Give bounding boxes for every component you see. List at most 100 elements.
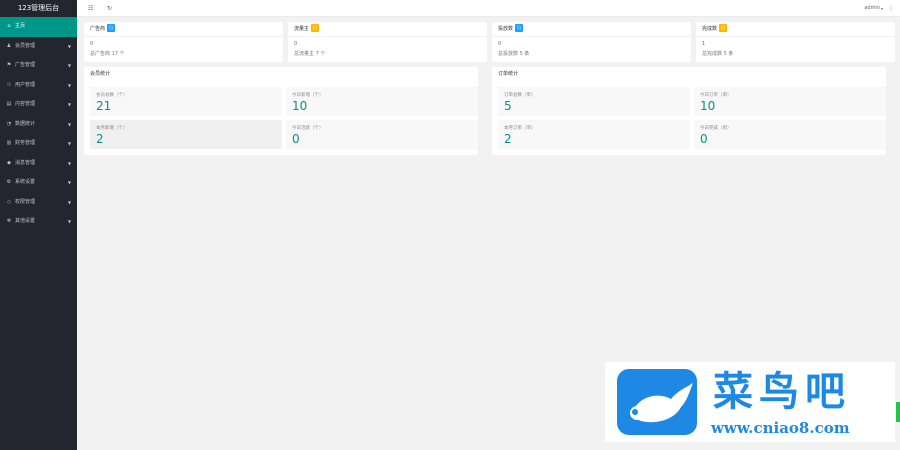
sidebar-item-1[interactable]: ♟ 会员管理 ▼ <box>0 37 77 57</box>
stat-badge: 日 <box>515 24 524 32</box>
tile-label: 本月新增（个） <box>96 126 128 131</box>
watermark: 菜鸟吧 www.cniao8.com <box>605 362 895 442</box>
top-header: ☷ ↻ admin ▾ ⋮ <box>77 0 900 17</box>
stat-tile: 今日活跃（个） 0 <box>286 120 478 149</box>
sidebar-item-label: 主页 <box>15 23 26 29</box>
sidebar-item-label: 会员管理 <box>15 42 36 49</box>
watermark-text: 菜鸟吧 <box>713 368 851 415</box>
panel-title: 会员统计 <box>90 71 111 77</box>
tile-label: 本月订单（单） <box>504 126 536 131</box>
stat-tile: 今日订单（单） 10 <box>694 87 886 116</box>
stat-card-title: 流量主 <box>294 26 310 32</box>
stat-card-header: 投放数日 <box>492 22 691 37</box>
chevron-down-icon: ▼ <box>67 180 71 185</box>
order-stats-panel: 订单统计 订单总数（单） 5 今日订单（单） 10 本月订单（单） 2 今日完成… <box>492 67 886 155</box>
tile-label: 今日订单（单） <box>700 93 732 98</box>
panel-title: 订单统计 <box>498 71 519 77</box>
stat-subtitle: 总投放数 5 条 <box>498 51 530 57</box>
member-stats-panel: 会员统计 会员总数（个） 21 今日新增（个） 10 本月新增（个） 2 今日活… <box>84 67 478 155</box>
sidebar-item-7[interactable]: ◆ 消息管理 ▼ <box>0 154 77 174</box>
sidebar-item-5[interactable]: ◔ 数据统计 ▼ <box>0 115 77 135</box>
stat-card-title: 广告商 <box>90 26 106 32</box>
flag-icon: ⚑ <box>6 62 12 68</box>
stat-card-title: 完成数 <box>702 26 718 32</box>
stat-subtitle: 总流量主 7 个 <box>294 51 326 57</box>
stat-card-placements: 投放数日 0 总投放数 5 条 <box>492 22 691 62</box>
tile-label: 今日新增（个） <box>292 93 324 98</box>
stat-card-publishers: 流量主日 0 总流量主 7 个 <box>288 22 487 62</box>
tile-value: 2 <box>504 132 512 146</box>
chevron-down-icon: ▼ <box>67 199 71 205</box>
stat-tile: 本月新增（个） 2 <box>90 120 282 149</box>
sidebar-item-2[interactable]: ⚑ 广告管理 ▼ <box>0 56 77 76</box>
stat-card-title: 投放数 <box>498 26 514 32</box>
tile-label: 会员总数（个） <box>96 93 128 98</box>
shield-icon: ◇ <box>7 198 11 205</box>
stat-card-advertisers: 广告商日 0 总广告商 17 个 <box>84 22 283 62</box>
sidebar-item-label: 消息管理 <box>15 159 36 166</box>
side-tab[interactable] <box>896 402 900 422</box>
sidebar-nav: ⌂ 主页 ♟ 会员管理 ▼ ⚑ 广告管理 ▼ ☉ 用户管理 ▼ ▤ 内容管理 ▼ ◔ 数据统计 ▼ ▥ 财务管理 ▼ ◆… <box>0 17 77 232</box>
sidebar: 123管理后台 ⌂ 主页 ♟ 会员管理 ▼ ⚑ 广告管理 ▼ ☉ 用户管理 ▼ ▤ 内容管理 ▼ ◔ 数据统计… <box>0 0 77 450</box>
sidebar-item-label: 其他设置 <box>15 218 36 224</box>
refresh-icon[interactable]: ↻ <box>107 0 112 17</box>
stat-tile: 本月订单（单） 2 <box>498 120 690 149</box>
stat-card-header: 广告商日 <box>84 22 283 37</box>
sidebar-item-6[interactable]: ▥ 财务管理 ▼ <box>0 134 77 154</box>
sidebar-item-label: 数据统计 <box>15 120 36 127</box>
message-icon: ◆ <box>7 159 11 166</box>
user-menu[interactable]: admin <box>864 0 880 17</box>
wallet-icon: ▥ <box>6 140 12 146</box>
stat-tile: 订单总数（单） 5 <box>498 87 690 116</box>
sidebar-item-9[interactable]: ◇ 权限管理 ▼ <box>0 193 77 213</box>
chevron-down-icon: ▼ <box>67 102 71 107</box>
chevron-down-icon: ▼ <box>67 121 71 127</box>
app-title: 123管理后台 <box>17 4 60 12</box>
chevron-down-icon: ▼ <box>67 63 71 68</box>
stat-tile: 会员总数（个） 21 <box>90 87 282 116</box>
tile-value: 10 <box>292 99 308 113</box>
tile-value: 2 <box>96 132 104 146</box>
tile-label: 订单总数（单） <box>504 93 536 98</box>
sidebar-item-label: 广告管理 <box>15 62 36 68</box>
user-icon: ☉ <box>6 81 12 88</box>
tile-value: 0 <box>700 132 708 146</box>
stat-tile: 今日新增（个） 10 <box>286 87 478 116</box>
tile-value: 21 <box>96 99 112 113</box>
chevron-down-icon: ▼ <box>67 219 71 224</box>
stat-value: 0 <box>498 41 502 47</box>
chevron-down-icon: ▼ <box>67 82 71 88</box>
stat-card-completed: 完成数日 1 总完成数 5 条 <box>696 22 895 62</box>
sidebar-item-8[interactable]: ⚙ 系统设置 ▼ <box>0 173 77 193</box>
gear-icon: ⚙ <box>6 179 12 185</box>
stat-tile: 今日完成（单） 0 <box>694 120 886 149</box>
stat-badge: 日 <box>311 24 320 32</box>
stat-value: 0 <box>294 41 298 47</box>
sidebar-item-3[interactable]: ☉ 用户管理 ▼ <box>0 76 77 96</box>
more-icon[interactable]: ⋮ <box>888 0 894 17</box>
home-icon: ⌂ <box>7 23 11 29</box>
chart-icon: ◔ <box>6 120 12 127</box>
tile-label: 今日活跃（个） <box>292 126 324 131</box>
sidebar-item-label: 系统设置 <box>15 179 36 185</box>
sidebar-item-10[interactable]: ✻ 其他设置 ▼ <box>0 212 77 232</box>
stat-value: 1 <box>702 41 706 47</box>
document-icon: ▤ <box>6 101 12 107</box>
stat-badge: 日 <box>107 24 116 32</box>
sidebar-item-label: 用户管理 <box>15 81 36 88</box>
sidebar-item-label: 财务管理 <box>15 140 36 146</box>
sidebar-item-label: 内容管理 <box>15 101 36 107</box>
stat-card-header: 完成数日 <box>696 22 895 37</box>
chevron-down-icon: ▼ <box>67 160 71 166</box>
tile-label: 今日完成（单） <box>700 126 732 131</box>
users-icon: ♟ <box>6 42 12 49</box>
menu-icon[interactable]: ☷ <box>88 0 93 17</box>
chevron-down-icon: ▾ <box>880 6 883 11</box>
sidebar-item-4[interactable]: ▤ 内容管理 ▼ <box>0 95 77 115</box>
stat-card-header: 流量主日 <box>288 22 487 37</box>
tile-value: 10 <box>700 99 716 113</box>
chevron-down-icon: ▼ <box>67 43 71 49</box>
stat-subtitle: 总广告商 17 个 <box>90 51 125 57</box>
stat-value: 0 <box>90 41 94 47</box>
sidebar-item-0[interactable]: ⌂ 主页 <box>0 17 77 37</box>
